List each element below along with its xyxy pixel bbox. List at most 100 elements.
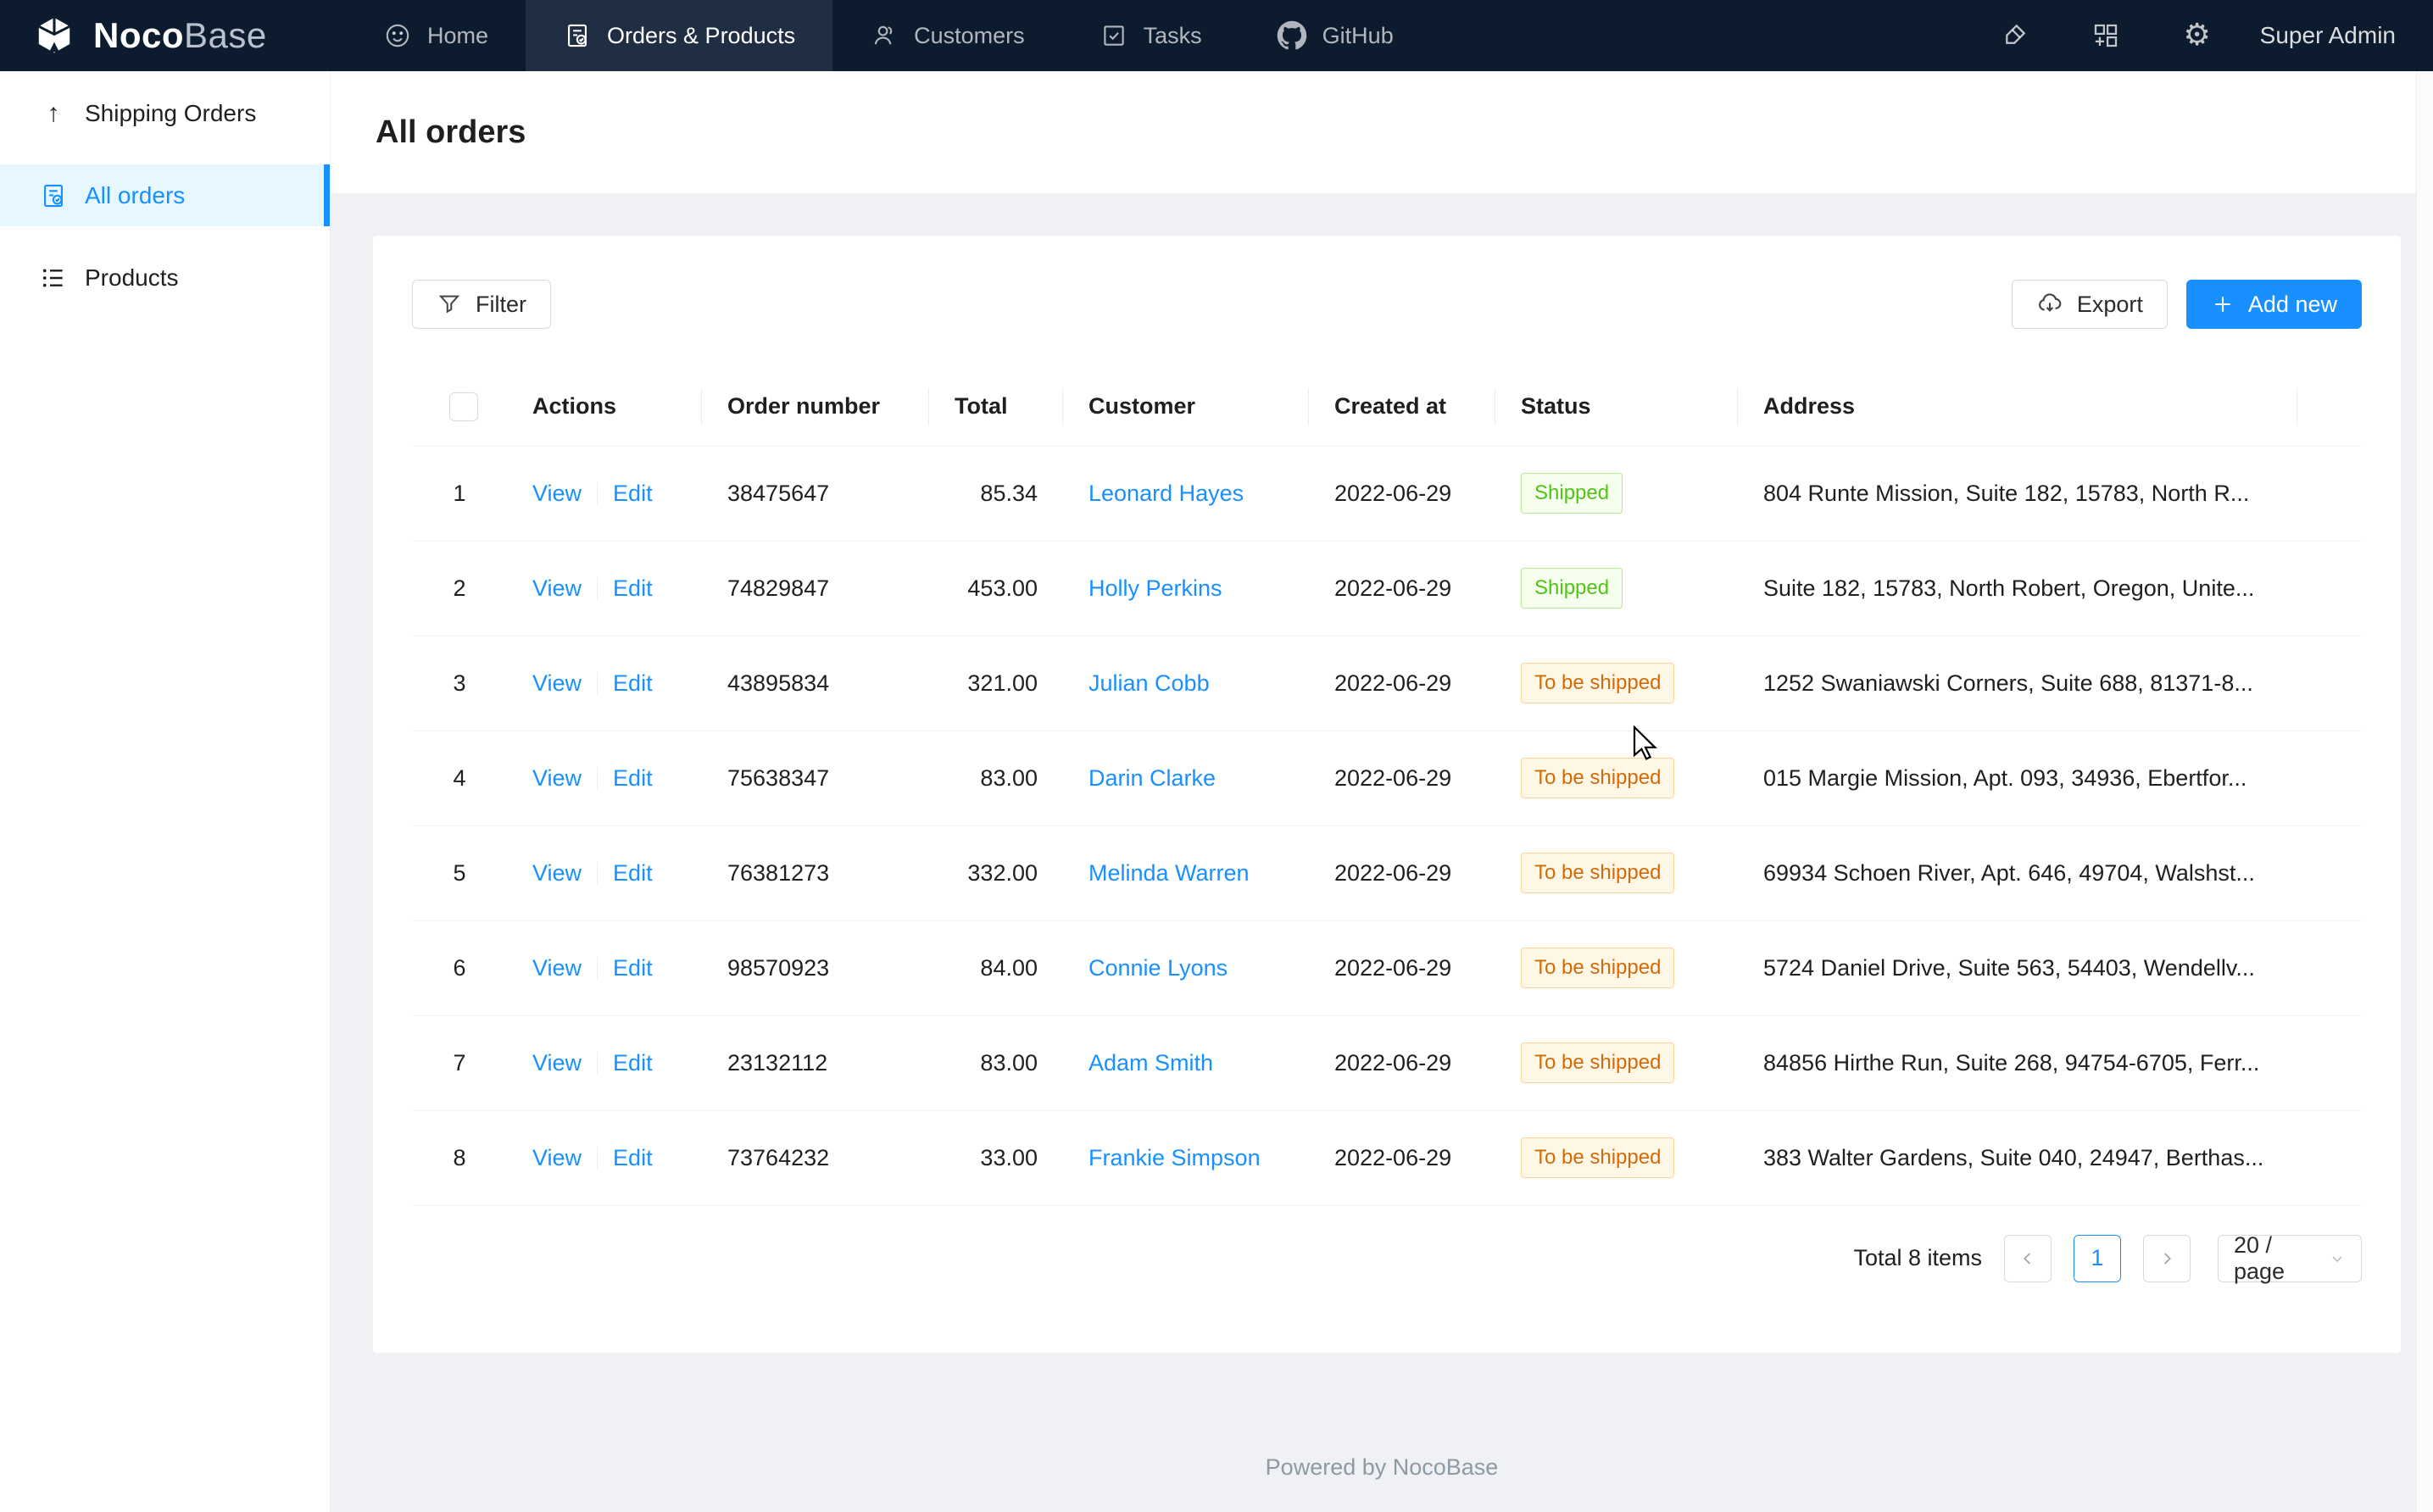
nav-item-tasks[interactable]: Tasks: [1062, 0, 1239, 71]
view-link[interactable]: View: [532, 1050, 582, 1076]
ui-editor-highlighter-icon[interactable]: [1968, 0, 2060, 71]
row-actions: View Edit: [507, 920, 702, 1015]
user-menu[interactable]: Super Admin: [2243, 22, 2433, 49]
customer-link[interactable]: Melinda Warren: [1088, 860, 1250, 886]
view-link[interactable]: View: [532, 765, 582, 791]
column-header-total: Total: [929, 368, 1063, 446]
total-cell: 85.34: [929, 446, 1063, 541]
sidebar-item-all-orders[interactable]: All orders: [0, 164, 330, 226]
nav-item-label: Tasks: [1144, 23, 1202, 49]
view-link[interactable]: View: [532, 955, 582, 981]
status-badge: To be shipped: [1521, 1042, 1674, 1083]
tasks-check-square-icon: [1100, 21, 1128, 50]
customer-cell: Julian Cobb: [1063, 636, 1309, 731]
list-icon: [39, 264, 68, 292]
smiley-icon: [383, 21, 412, 50]
table-row: 6 ViewEdit 98570923 84.00 Connie Lyons 2…: [412, 920, 2362, 1015]
plus-icon: [2211, 292, 2235, 316]
view-link[interactable]: View: [532, 670, 582, 696]
status-cell: To be shipped: [1495, 731, 1738, 825]
edit-link[interactable]: Edit: [613, 1145, 653, 1170]
funnel-icon: [437, 292, 462, 317]
row-index: 7: [412, 1015, 507, 1110]
customer-cell: Darin Clarke: [1063, 731, 1309, 825]
customer-link[interactable]: Frankie Simpson: [1088, 1145, 1261, 1170]
table-row: 3 ViewEdit 43895834 321.00 Julian Cobb 2…: [412, 636, 2362, 731]
row-actions: View Edit: [507, 731, 702, 825]
sidebar-item-products[interactable]: Products: [0, 247, 330, 309]
column-header-address: Address: [1738, 368, 2297, 446]
table-toolbar: Filter Export: [412, 280, 2362, 329]
status-cell: To be shipped: [1495, 636, 1738, 731]
next-page-button[interactable]: [2143, 1235, 2191, 1282]
view-link[interactable]: View: [532, 860, 582, 886]
customer-link[interactable]: Adam Smith: [1088, 1050, 1213, 1076]
row-actions: View Edit: [507, 825, 702, 920]
status-cell: To be shipped: [1495, 825, 1738, 920]
status-badge: Shipped: [1521, 568, 1623, 609]
edit-link[interactable]: Edit: [613, 1050, 653, 1076]
add-new-button[interactable]: Add new: [2186, 280, 2362, 329]
nav-item-github[interactable]: GitHub: [1239, 0, 1431, 71]
navbar-right-actions: ⚙ Super Admin: [1968, 0, 2433, 71]
plugin-blocks-icon[interactable]: [2060, 0, 2152, 71]
nocobase-logo[interactable]: NocoBase: [0, 14, 346, 58]
orders-card: Filter Export: [373, 236, 2401, 1353]
status-badge: To be shipped: [1521, 853, 1674, 893]
previous-page-button[interactable]: [2004, 1235, 2052, 1282]
view-link[interactable]: View: [532, 575, 582, 601]
edit-link[interactable]: Edit: [613, 765, 653, 791]
customer-link[interactable]: Leonard Hayes: [1088, 481, 1244, 506]
customers-icon: [870, 21, 899, 50]
column-header-customer: Customer: [1063, 368, 1309, 446]
customer-link[interactable]: Julian Cobb: [1088, 670, 1210, 696]
nav-item-orders-products[interactable]: Orders & Products: [526, 0, 832, 71]
nav-item-home[interactable]: Home: [346, 0, 526, 71]
column-header-created-at: Created at: [1309, 368, 1495, 446]
order-number-cell: 23132112: [702, 1015, 929, 1110]
gear-icon[interactable]: ⚙: [2152, 0, 2243, 71]
customer-link[interactable]: Darin Clarke: [1088, 765, 1216, 791]
order-number-cell: 43895834: [702, 636, 929, 731]
total-cell: 321.00: [929, 636, 1063, 731]
address-cell: 1252 Swaniawski Corners, Suite 688, 8137…: [1738, 636, 2297, 731]
customer-link[interactable]: Holly Perkins: [1088, 575, 1222, 601]
customer-link[interactable]: Connie Lyons: [1088, 955, 1228, 981]
cloud-download-icon: [2036, 291, 2063, 318]
page-size-select[interactable]: 20 / page: [2218, 1235, 2362, 1282]
page-number-button[interactable]: 1: [2074, 1235, 2121, 1282]
row-index: 6: [412, 920, 507, 1015]
view-link[interactable]: View: [532, 481, 582, 506]
row-actions: View Edit: [507, 1015, 702, 1110]
page-header: All orders: [331, 71, 2433, 193]
nocobase-logo-icon: [31, 14, 78, 58]
row-index: 3: [412, 636, 507, 731]
order-number-cell: 73764232: [702, 1110, 929, 1205]
row-actions: View Edit: [507, 1110, 702, 1205]
order-number-cell: 38475647: [702, 446, 929, 541]
edit-link[interactable]: Edit: [613, 481, 653, 506]
address-cell: 804 Runte Mission, Suite 182, 15783, Nor…: [1738, 446, 2297, 541]
scrollbar-track[interactable]: [2416, 71, 2433, 1512]
row-index: 8: [412, 1110, 507, 1205]
edit-link[interactable]: Edit: [613, 955, 653, 981]
filter-button[interactable]: Filter: [412, 280, 551, 329]
edit-link[interactable]: Edit: [613, 575, 653, 601]
select-all-checkbox[interactable]: [449, 392, 478, 421]
sidebar-item-shipping-orders[interactable]: ↑ Shipping Orders: [0, 82, 330, 144]
row-actions: View Edit: [507, 446, 702, 541]
edit-link[interactable]: Edit: [613, 860, 653, 886]
address-cell: 84856 Hirthe Run, Suite 268, 94754-6705,…: [1738, 1015, 2297, 1110]
table-header-row: Actions Order number Total Customer Crea…: [412, 368, 2362, 446]
status-badge: To be shipped: [1521, 1137, 1674, 1178]
edit-link[interactable]: Edit: [613, 670, 653, 696]
status-cell: To be shipped: [1495, 920, 1738, 1015]
export-button[interactable]: Export: [2012, 280, 2168, 329]
nav-item-label: Home: [427, 23, 488, 49]
status-cell: Shipped: [1495, 446, 1738, 541]
view-link[interactable]: View: [532, 1145, 582, 1170]
status-badge: To be shipped: [1521, 948, 1674, 988]
created-at-cell: 2022-06-29: [1309, 825, 1495, 920]
nav-item-customers[interactable]: Customers: [832, 0, 1062, 71]
table-row: 4 ViewEdit 75638347 83.00 Darin Clarke 2…: [412, 731, 2362, 825]
